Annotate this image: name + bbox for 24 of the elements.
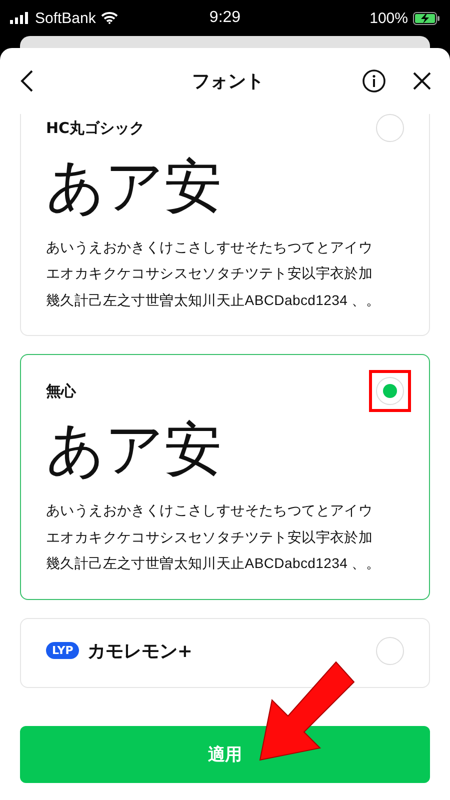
wifi-icon <box>100 12 118 24</box>
font-sample-large: あア安 <box>46 415 223 485</box>
font-option-card[interactable]: HC丸ゴシック あア安 あいうえおかきくけこさしすせそたちつてとアイウエオカキクケコサシスセソタチツテト安以宇衣於加幾久計己左之寸世曽太知川天止ABCDabcd1234 、。 <box>20 114 430 336</box>
info-icon[interactable] <box>362 69 386 93</box>
font-option-card[interactable]: 無心 あア安 あいうえおかきくけこさしすせそたちつてとアイウエオカキクケコサシスセソタチツテト安以宇衣於加幾久計己左之寸世曽太知川天止ABCDabcd1234 、。 <box>20 354 430 600</box>
font-name: HC丸ゴシック <box>46 118 145 138</box>
signal-icon <box>10 12 30 24</box>
status-time: 9:29 <box>209 9 241 27</box>
radio-button[interactable] <box>376 377 404 406</box>
screen-title: フォント <box>192 70 264 93</box>
radio-button[interactable] <box>376 114 404 142</box>
battery-charging-icon <box>412 12 440 24</box>
back-chevron-icon[interactable] <box>20 69 34 93</box>
highlight-frame <box>369 370 411 412</box>
carrier-name: SoftBank <box>35 10 96 26</box>
provider-badge: LYP <box>46 642 80 660</box>
battery-percent: 100% <box>370 10 408 26</box>
radio-button[interactable] <box>376 636 404 665</box>
close-icon[interactable] <box>412 71 432 91</box>
font-name: カモレモン+ <box>87 640 192 663</box>
font-sample-large: あア安 <box>46 152 223 222</box>
font-name: 無心 <box>46 382 76 401</box>
font-sample-text: あいうえおかきくけこさしすせそたちつてとアイウエオカキクケコサシスセソタチツテト安以宇衣於加幾久計己左之寸世曽太知川天止ABCDabcd1234 、。 <box>46 500 382 574</box>
font-sample-text: あいうえおかきくけこさしすせそたちつてとアイウエオカキクケコサシスセソタチツテト安以宇衣於加幾久計己左之寸世曽太知川天止ABCDabcd1234 、。 <box>46 238 382 310</box>
